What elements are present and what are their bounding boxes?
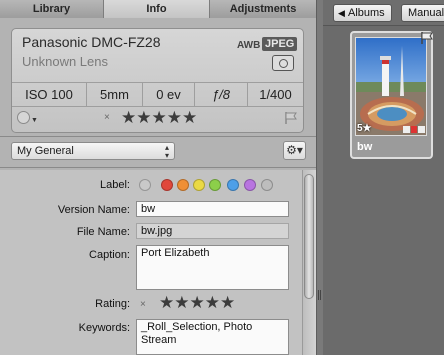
rating-stars[interactable]: ★★★★★ (121, 108, 197, 128)
keywords-line: Stream (141, 334, 177, 346)
manual-sort-button[interactable]: Manual (401, 4, 444, 22)
gear-icon[interactable]: ⚙▾ (283, 141, 306, 160)
thumbnail-name: bw (357, 141, 373, 153)
file-name-label: File Name: (76, 226, 130, 238)
metadata-view-popup[interactable]: My General ▴ ▾ (11, 142, 175, 160)
popup-arrows-icon: ▴ ▾ (164, 143, 169, 160)
exif-summary-row: ISO 100 5mm 0 ev ƒ/8 1/400 (12, 82, 303, 107)
scrollbar-thumb[interactable] (304, 174, 314, 299)
browser-toolbar: ◀ Albums Manual (323, 0, 444, 26)
section-divider (0, 167, 316, 168)
splitter-grip-icon[interactable] (318, 290, 321, 300)
albums-back-label: Albums (348, 7, 385, 19)
tab-info[interactable]: Info (104, 0, 210, 18)
clear-rating-button[interactable]: × (104, 112, 110, 123)
label-field-label: Label: (100, 179, 130, 191)
section-divider (0, 136, 316, 137)
color-label-red[interactable] (161, 179, 173, 191)
camera-mode-icon (272, 55, 294, 71)
color-label-orange[interactable] (177, 179, 189, 191)
shutter-speed-value: 1/400 (259, 87, 292, 102)
color-label-none[interactable] (139, 179, 151, 191)
back-arrow-icon: ◀ (338, 8, 345, 18)
iso-value: ISO 100 (12, 83, 87, 106)
keywords-field[interactable]: _Roll_Selection, Photo Stream (136, 319, 289, 355)
thumbnail-rating: 5★ (357, 123, 372, 134)
color-label-purple[interactable] (244, 179, 256, 191)
tab-adjustments[interactable]: Adjustments (210, 0, 316, 18)
exposure-bias-value: 0 ev (143, 83, 195, 106)
version-name-label: Version Name: (57, 204, 130, 216)
file-format-badge: JPEG (262, 37, 298, 51)
rating-stars-field[interactable]: ★★★★★ (159, 293, 235, 313)
keywords-line: _Roll_Selection, Photo (141, 321, 253, 333)
color-label-icon[interactable] (17, 111, 30, 124)
caption-field[interactable]: Port Elizabeth (136, 245, 289, 290)
color-label-blue[interactable] (227, 179, 239, 191)
white-balance-badge: AWB (237, 40, 261, 51)
color-label-green[interactable] (209, 179, 221, 191)
color-label-yellow[interactable] (193, 179, 205, 191)
clear-rating-button[interactable]: × (140, 299, 146, 310)
flag-icon[interactable] (284, 111, 298, 125)
file-name-field: bw.jpg (136, 223, 289, 239)
panel-splitter[interactable] (316, 0, 323, 355)
aperture-value: ƒ/8 (195, 83, 248, 106)
flag-icon[interactable] (420, 31, 434, 45)
inspector-tab-bar: Library Info Adjustments (0, 0, 316, 18)
caption-label: Caption: (89, 249, 130, 261)
thumbnail-image[interactable] (355, 37, 427, 136)
focal-length-value: 5mm (87, 83, 143, 106)
metadata-view-selected: My General (17, 145, 74, 157)
color-label-gray[interactable] (261, 179, 273, 191)
keywords-label: Keywords: (78, 322, 130, 334)
version-name-field[interactable]: bw (136, 201, 289, 217)
lighthouse-photo (356, 38, 426, 135)
lens-name: Unknown Lens (22, 54, 108, 69)
tab-library[interactable]: Library (0, 0, 104, 18)
camera-model: Panasonic DMC-FZ28 (22, 34, 161, 50)
adjusted-badges-icon (403, 126, 425, 133)
rating-label: Rating: (95, 298, 130, 310)
albums-back-button[interactable]: ◀ Albums (333, 4, 392, 22)
chevron-down-icon[interactable]: ▼ (31, 117, 38, 124)
